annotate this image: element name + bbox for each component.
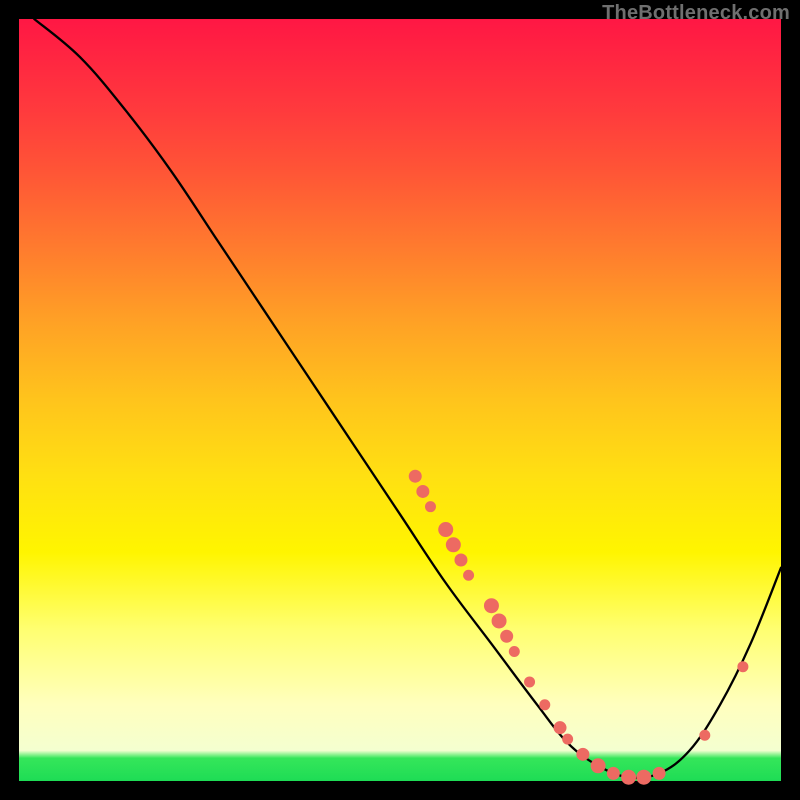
scatter-point <box>409 470 421 482</box>
scatter-point <box>484 599 498 613</box>
scatter-point <box>464 570 474 580</box>
chart-container: TheBottleneck.com <box>0 0 800 800</box>
scatter-point <box>637 770 651 784</box>
scatter-point <box>425 502 435 512</box>
scatter-point <box>563 734 573 744</box>
scatter-point <box>501 630 513 642</box>
scatter-point <box>622 770 636 784</box>
scatter-point <box>738 662 748 672</box>
scatter-point <box>509 646 519 656</box>
scatter-point <box>492 614 506 628</box>
bottleneck-curve-line <box>34 19 781 778</box>
scatter-point <box>439 523 453 537</box>
scatter-point <box>525 677 535 687</box>
scatter-point <box>446 538 460 552</box>
scatter-point <box>417 485 429 497</box>
scatter-point <box>700 730 710 740</box>
curve-svg-layer <box>19 19 781 781</box>
watermark-text: TheBottleneck.com <box>602 2 790 25</box>
scatter-point <box>607 767 619 779</box>
scatter-point <box>577 748 589 760</box>
scatter-group <box>409 470 748 784</box>
scatter-point <box>554 722 566 734</box>
scatter-point <box>540 700 550 710</box>
scatter-point <box>455 554 467 566</box>
scatter-point <box>591 759 605 773</box>
scatter-point <box>653 767 665 779</box>
